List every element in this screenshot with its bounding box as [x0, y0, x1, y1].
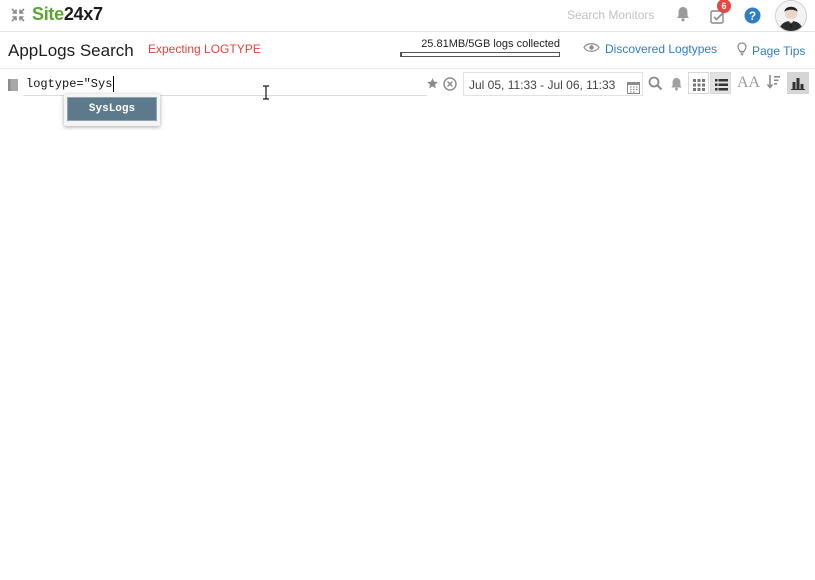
grid-view-icon — [693, 78, 705, 96]
suggestion-item[interactable]: SysLogs — [67, 97, 157, 121]
usage-text: 25.81MB/5GB logs collected — [421, 38, 560, 50]
search-monitors-input[interactable]: Search Monitors — [567, 8, 654, 22]
ibeam-cursor-icon — [262, 85, 270, 105]
page-title: AppLogs Search — [8, 41, 134, 60]
star-icon[interactable] — [426, 77, 439, 95]
help-icon-glyph: ? — [749, 9, 756, 23]
date-range-text: Jul 05, 11:33 - Jul 06, 11:33 — [469, 78, 616, 92]
calendar-icon[interactable] — [627, 78, 640, 102]
logo-text: Site24x7 — [32, 4, 103, 25]
text-caret — [113, 76, 114, 92]
grid-view-button[interactable] — [688, 72, 709, 94]
query-status-message: Expecting LOGTYPE — [148, 42, 261, 56]
clear-icon[interactable] — [443, 77, 457, 96]
date-range-picker[interactable]: Jul 05, 11:33 - Jul 06, 11:33 — [463, 72, 643, 96]
top-bar: Site24x7 Search Monitors 6 ? — [0, 0, 815, 32]
page-header: AppLogs Search Expecting LOGTYPE 25.81MB… — [0, 32, 815, 69]
search-icon[interactable] — [648, 76, 663, 96]
logo-text-site: Site — [32, 4, 64, 24]
page-tips-label: Page Tips — [752, 43, 806, 58]
list-view-icon — [715, 78, 728, 96]
usage-bar-fill — [401, 53, 402, 56]
list-view-button[interactable] — [710, 72, 731, 94]
usage-bar — [400, 52, 560, 57]
autocomplete-dropdown: SysLogs — [64, 94, 160, 126]
font-size-icon[interactable]: AA — [737, 74, 760, 92]
page-tips-link[interactable]: Page Tips — [737, 42, 805, 59]
bell-icon[interactable] — [676, 6, 690, 27]
logo-text-24x7: 24x7 — [63, 4, 103, 24]
book-icon[interactable] — [7, 78, 19, 97]
eye-icon — [583, 42, 600, 56]
bulb-icon — [737, 42, 747, 59]
avatar[interactable] — [775, 0, 807, 32]
alert-icon[interactable] — [670, 77, 683, 96]
sort-icon[interactable] — [766, 74, 781, 95]
discovered-logtypes-label: Discovered Logtypes — [605, 42, 718, 56]
discovered-logtypes-link[interactable]: Discovered Logtypes — [583, 42, 717, 56]
notification-badge: 6 — [717, 0, 731, 13]
log-usage: 25.81MB/5GB logs collected — [400, 38, 560, 57]
chart-view-button[interactable] — [787, 72, 809, 94]
help-icon[interactable]: ? — [744, 7, 761, 29]
collapse-icon[interactable] — [10, 7, 26, 23]
logo[interactable]: Site24x7 — [10, 4, 103, 25]
query-input[interactable] — [23, 73, 427, 96]
chart-icon — [791, 76, 805, 95]
